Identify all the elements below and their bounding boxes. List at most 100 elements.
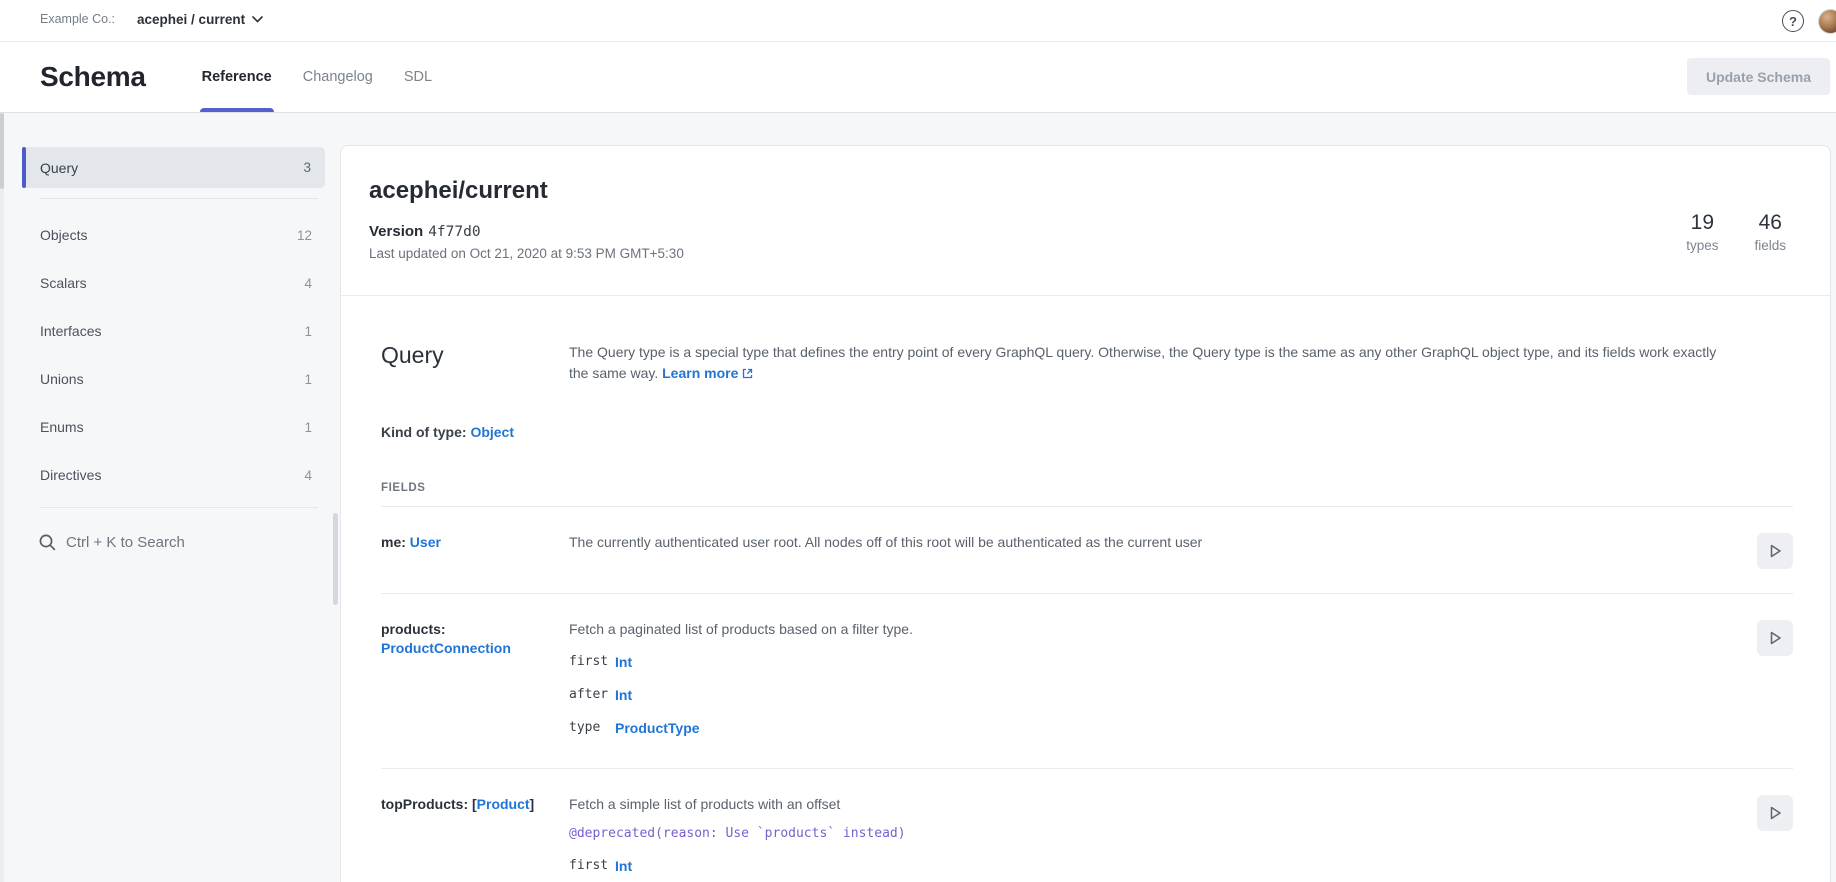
sidebar-nav-list: Query 3 Objects 12 Scalars 4 Interfaces … bbox=[0, 147, 340, 499]
sidebar-scrollbar-thumb[interactable] bbox=[333, 513, 338, 605]
tab-changelog[interactable]: Changelog bbox=[301, 42, 375, 112]
sidebar-item-count: 1 bbox=[304, 420, 312, 435]
graph-selector-dropdown[interactable]: acephei / current bbox=[137, 12, 263, 27]
argument-name: first bbox=[569, 858, 615, 873]
type-intro: Query The Query type is a special type t… bbox=[381, 296, 1793, 384]
argument-row: first Int bbox=[569, 849, 1734, 882]
user-avatar[interactable] bbox=[1818, 9, 1836, 34]
fields-list: me: User The currently authenticated use… bbox=[381, 507, 1793, 882]
graph-summary-header: acephei/current Version4f77d0 Last updat… bbox=[341, 146, 1830, 296]
chevron-down-icon bbox=[252, 16, 263, 23]
field-description: Fetch a paginated list of products based… bbox=[569, 620, 1734, 639]
field-row: me: User The currently authenticated use… bbox=[381, 507, 1793, 594]
search-hint-label: Ctrl + K to Search bbox=[66, 534, 185, 551]
tab-reference[interactable]: Reference bbox=[200, 42, 274, 112]
schema-search-trigger[interactable]: Ctrl + K to Search bbox=[0, 520, 340, 564]
types-label: types bbox=[1686, 238, 1718, 253]
sidebar-item-interfaces[interactable]: Interfaces 1 bbox=[0, 307, 340, 355]
schema-reference-card: acephei/current Version4f77d0 Last updat… bbox=[340, 145, 1831, 882]
field-type-link[interactable]: Product bbox=[477, 796, 530, 812]
help-icon[interactable]: ? bbox=[1782, 10, 1804, 32]
argument-type-link[interactable]: Int bbox=[615, 654, 632, 670]
sidebar-item-objects[interactable]: Objects 12 bbox=[0, 211, 340, 259]
run-query-button[interactable] bbox=[1757, 795, 1793, 831]
divider bbox=[40, 507, 318, 508]
argument-name: first bbox=[569, 654, 615, 669]
schema-sidebar: Query 3 Objects 12 Scalars 4 Interfaces … bbox=[0, 113, 340, 882]
field-name-text: me: bbox=[381, 534, 410, 550]
fields-label: fields bbox=[1754, 238, 1786, 253]
field-description: The currently authenticated user root. A… bbox=[569, 533, 1734, 552]
field-description: Fetch a simple list of products with an … bbox=[569, 795, 1734, 814]
kind-label: Kind of type: bbox=[381, 424, 467, 440]
field-name-text: products: bbox=[381, 621, 446, 637]
tab-sdl[interactable]: SDL bbox=[402, 42, 434, 112]
top-bar: Example Co.: acephei / current ? bbox=[0, 0, 1836, 42]
sidebar-item-scalars[interactable]: Scalars 4 bbox=[0, 259, 340, 307]
field-type-link[interactable]: ProductConnection bbox=[381, 640, 511, 656]
version-value: 4f77d0 bbox=[428, 224, 480, 240]
sidebar-item-directives[interactable]: Directives 4 bbox=[0, 451, 340, 499]
field-args: first Int bbox=[569, 849, 1734, 882]
tab-bar: Reference Changelog SDL bbox=[200, 42, 435, 112]
kind-of-type-line: Kind of type: Object bbox=[381, 424, 1793, 440]
learn-more-link[interactable]: Learn more bbox=[662, 365, 753, 381]
play-icon bbox=[1765, 803, 1785, 823]
argument-type-link[interactable]: Int bbox=[615, 858, 632, 874]
type-name: Query bbox=[381, 342, 546, 368]
play-icon bbox=[1765, 628, 1785, 648]
field-name-text: topProducts: [ bbox=[381, 796, 477, 812]
play-icon bbox=[1765, 541, 1785, 561]
sidebar-item-label: Scalars bbox=[40, 275, 87, 291]
types-count: 19 bbox=[1686, 210, 1718, 235]
version-line: Version 4f77d0 bbox=[369, 223, 1802, 240]
external-link-icon bbox=[742, 368, 753, 379]
field-name-suffix: ] bbox=[530, 796, 535, 812]
page-header: Schema Reference Changelog SDL Update Sc… bbox=[0, 42, 1836, 113]
kind-value-link[interactable]: Object bbox=[470, 424, 514, 440]
field-row: products: ProductConnection Fetch a pagi… bbox=[381, 594, 1793, 769]
field-type-link[interactable]: User bbox=[410, 534, 441, 550]
type-description: The Query type is a special type that de… bbox=[569, 342, 1734, 384]
field-name: me: User bbox=[381, 533, 546, 552]
sidebar-item-count: 4 bbox=[304, 468, 312, 483]
field-body: Fetch a paginated list of products based… bbox=[569, 620, 1734, 744]
update-schema-button[interactable]: Update Schema bbox=[1687, 58, 1830, 95]
sidebar-item-unions[interactable]: Unions 1 bbox=[0, 355, 340, 403]
argument-name: after bbox=[569, 687, 615, 702]
argument-row: after Int bbox=[569, 678, 1734, 711]
active-indicator-bar bbox=[22, 147, 26, 188]
graph-title: acephei/current bbox=[369, 176, 1802, 206]
version-label: Version bbox=[369, 223, 423, 240]
sidebar-item-label: Directives bbox=[40, 467, 101, 483]
field-args: first Int after Int type ProductType bbox=[569, 645, 1734, 744]
page-title: Schema bbox=[40, 61, 146, 93]
sidebar-item-label: Enums bbox=[40, 419, 84, 435]
argument-name: type bbox=[569, 720, 615, 735]
topbar-actions: ? bbox=[1782, 0, 1836, 42]
argument-row: type ProductType bbox=[569, 711, 1734, 744]
sidebar-item-label: Unions bbox=[40, 371, 84, 387]
run-query-button[interactable] bbox=[1757, 620, 1793, 656]
field-name: topProducts: [Product] bbox=[381, 795, 546, 814]
fields-stat: 46 fields bbox=[1754, 210, 1786, 253]
schema-stats: 19 types 46 fields bbox=[1686, 210, 1786, 253]
argument-row: first Int bbox=[569, 645, 1734, 678]
sidebar-item-query[interactable]: Query 3 bbox=[22, 147, 325, 188]
fields-count: 46 bbox=[1754, 210, 1786, 235]
page-body: Query 3 Objects 12 Scalars 4 Interfaces … bbox=[0, 113, 1836, 882]
sidebar-item-count: 4 bbox=[304, 276, 312, 291]
sidebar-item-enums[interactable]: Enums 1 bbox=[0, 403, 340, 451]
sidebar-item-label: Objects bbox=[40, 227, 87, 243]
sidebar-item-label: Interfaces bbox=[40, 323, 101, 339]
org-label: Example Co.: bbox=[40, 12, 115, 26]
argument-type-link[interactable]: Int bbox=[615, 687, 632, 703]
argument-type-link[interactable]: ProductType bbox=[615, 720, 700, 736]
divider bbox=[40, 198, 318, 199]
type-section: Query The Query type is a special type t… bbox=[341, 296, 1830, 882]
sidebar-item-count: 1 bbox=[304, 372, 312, 387]
run-query-button[interactable] bbox=[1757, 533, 1793, 569]
field-body: The currently authenticated user root. A… bbox=[569, 533, 1734, 552]
sidebar-item-count: 1 bbox=[304, 324, 312, 339]
field-row: topProducts: [Product] Fetch a simple li… bbox=[381, 769, 1793, 882]
